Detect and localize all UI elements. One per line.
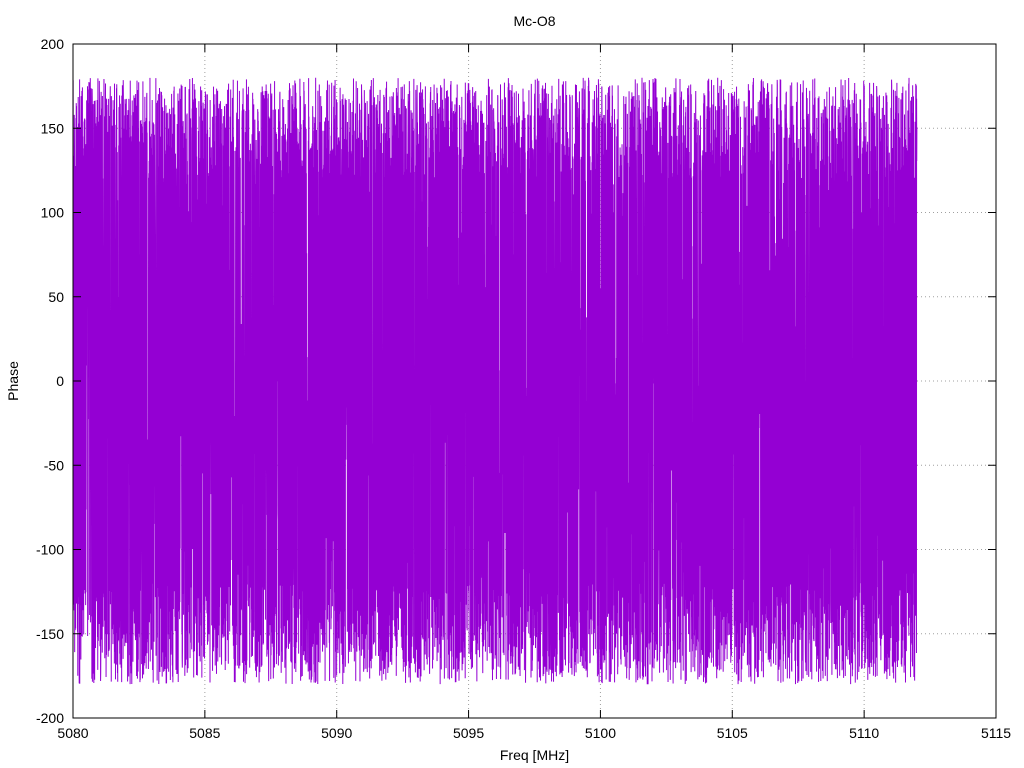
x-tick-labels: 5080 5085 5090 5095 5100 5105 5110 5115 [57,725,1011,741]
chart-title: Mc-O8 [514,13,556,29]
x-tick-label: 5090 [321,725,352,741]
y-tick-label: 100 [41,205,65,221]
x-tick-label: 5110 [849,725,879,741]
y-tick-label: -200 [36,710,64,726]
phase-series [72,77,918,685]
y-tick-label: 0 [56,373,64,389]
x-axis-label: Freq [MHz] [500,747,569,763]
phase-trace [72,77,918,685]
x-tick-label: 5100 [585,725,616,741]
chart: 5080 5085 5090 5095 5100 5105 5110 5115 -200 -15… [5,13,1011,763]
x-tick-label: 5105 [717,725,748,741]
y-tick-label: 200 [41,36,65,52]
x-tick-label: 5085 [189,725,220,741]
x-tick-label: 5095 [453,725,484,741]
y-tick-label: -100 [36,542,64,558]
y-tick-label: 50 [48,289,64,305]
x-tick-label: 5080 [57,725,88,741]
y-tick-label: -50 [44,457,64,473]
y-tick-label: -150 [36,626,64,642]
y-axis-label: Phase [5,361,21,401]
y-tick-label: 150 [41,120,65,136]
y-tick-labels: -200 -150 -100 -50 0 50 100 150 200 [36,36,64,726]
x-tick-label: 5115 [981,725,1011,741]
